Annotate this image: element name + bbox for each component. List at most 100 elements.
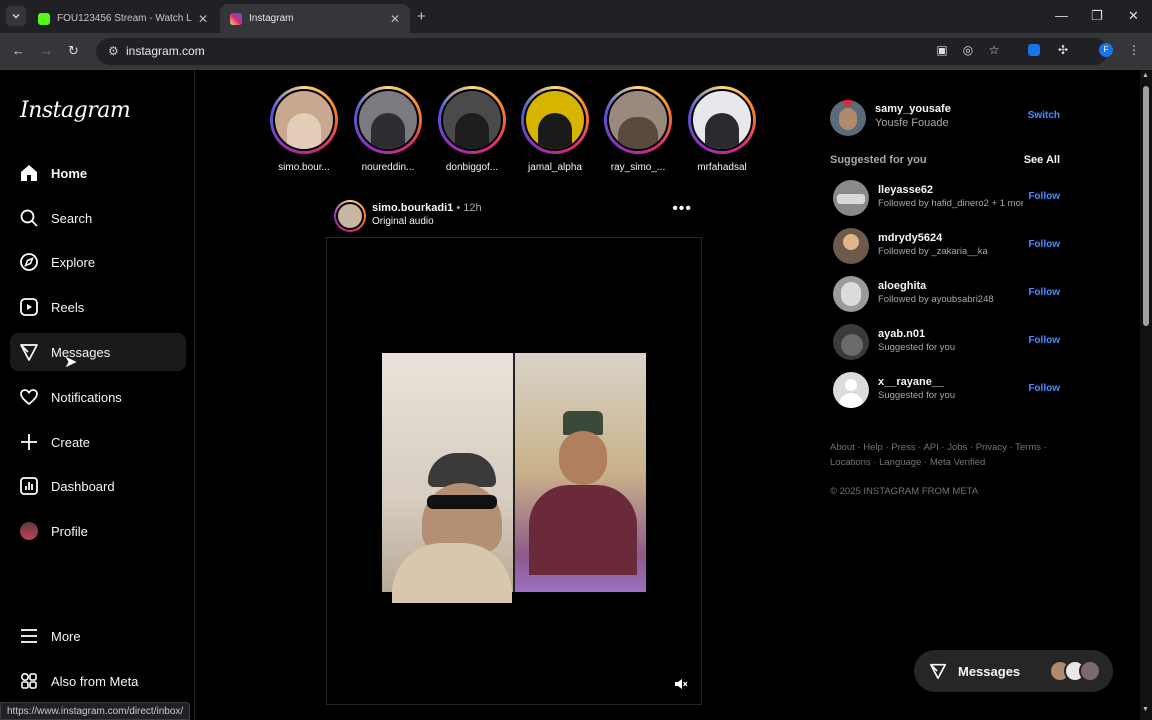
close-tab-icon[interactable]: ✕ [198,12,208,26]
footer-links-line2[interactable]: Locations · Language · Meta Verified [830,455,1062,470]
nav-label: Profile [51,523,88,539]
nav-label: Explore [51,254,96,270]
mouse-cursor-icon: ➤ [64,354,78,371]
footer-links-line1[interactable]: About · Help · Press · API · Jobs · Priv… [830,440,1062,455]
story-username: jamal_alpha [528,162,582,173]
page-scrollbar[interactable]: ▲ ▼ [1140,70,1152,720]
nav-profile[interactable]: Profile [10,512,186,550]
story-item[interactable]: simo.bour... [268,86,340,173]
suggestion-subtitle: Suggested for you [878,342,956,353]
nav-search[interactable]: Search [10,199,186,237]
suggestion-avatar[interactable] [833,228,869,264]
nav-create[interactable]: Create [10,423,186,461]
bookmark-star-icon[interactable]: ☆ [986,42,1002,58]
minimize-button[interactable]: — [1055,8,1068,23]
forward-button[interactable]: → [40,43,53,58]
scroll-up-icon[interactable]: ▲ [1142,72,1149,79]
profile-avatar-icon[interactable]: F [1098,42,1114,58]
messages-floating-button[interactable]: Messages [914,650,1113,692]
follow-button[interactable]: Follow [1028,191,1060,202]
account-username[interactable]: samy_yousafe [875,103,951,115]
browser-tab-strip: FOU123456 Stream - Watch Live ✕ Instagra… [0,0,1152,33]
suggestion-avatar[interactable] [833,372,869,408]
story-item[interactable]: mrfahadsal [686,86,758,173]
restore-button[interactable]: ❐ [1091,8,1103,24]
browser-tab-kick[interactable]: FOU123456 Stream - Watch Live ✕ [28,4,218,33]
new-tab-button[interactable]: + [417,8,426,25]
scroll-down-icon[interactable]: ▼ [1142,706,1149,713]
suggestion-avatar[interactable] [833,324,869,360]
story-item[interactable]: jamal_alpha [519,86,591,173]
suggestion-username[interactable]: aloeghita [878,280,926,292]
suggestion-username[interactable]: mdrydy5624 [878,232,942,244]
more-options-icon[interactable]: ••• [672,200,692,218]
story-avatar [607,89,669,151]
tracking-protection-icon[interactable]: ◎ [960,42,976,58]
story-item[interactable]: noureddin... [352,86,424,173]
back-button[interactable]: ← [12,43,25,58]
nav-home[interactable]: Home [10,154,186,192]
dashboard-icon [19,476,39,496]
suggestion-avatar[interactable] [833,180,869,216]
suggestion-item: x__rayane__ Suggested for you Follow [830,368,1062,412]
switch-account-button[interactable]: Switch [1028,110,1060,121]
story-username: ray_simo_... [610,162,666,173]
post-video[interactable] [382,353,646,603]
instagram-logo[interactable]: Instagram [20,98,131,123]
story-username: noureddin... [361,162,415,173]
nav-notifications[interactable]: Notifications [10,378,186,416]
follow-button[interactable]: Follow [1028,287,1060,298]
suggestion-avatar[interactable] [833,276,869,312]
instagram-favicon-icon [230,12,242,25]
post-author-avatar[interactable] [334,200,366,232]
nav-messages[interactable]: Messages [10,333,186,371]
nav-explore[interactable]: Explore [10,243,186,281]
nav-label: Search [51,210,93,226]
nav-reels[interactable]: Reels [10,288,186,326]
story-item[interactable]: ray_simo_... [602,86,674,173]
browser-menu-icon[interactable]: ⋮ [1126,42,1142,58]
site-info-icon[interactable]: ⚙ [108,44,119,58]
stories-tray: simo.bour... noureddin... donbiggof... j… [268,86,768,176]
tab-title: Instagram [249,13,294,24]
nav-more[interactable]: More [10,617,186,655]
heart-icon [19,387,39,407]
nav-label: Notifications [51,389,122,405]
suggestion-username[interactable]: ayab.n01 [878,328,925,340]
nav-label: Dashboard [51,478,115,494]
suggestions-title: Suggested for you [830,154,927,166]
follow-button[interactable]: Follow [1028,239,1060,250]
account-avatar[interactable] [830,100,866,136]
suggestion-subtitle: Followed by ayoubsabri248 [878,294,994,305]
follow-button[interactable]: Follow [1028,335,1060,346]
install-app-icon[interactable]: ▣ [934,42,950,58]
url-text: instagram.com [126,44,205,58]
extensions-puzzle-icon[interactable]: ✣ [1055,42,1071,58]
close-tab-icon[interactable]: ✕ [390,12,400,26]
reload-button[interactable]: ↻ [68,43,79,59]
story-username: mrfahadsal [697,162,747,173]
nav-also-from-meta[interactable]: Also from Meta [10,662,186,700]
story-item[interactable]: donbiggof... [436,86,508,173]
suggestion-username[interactable]: x__rayane__ [878,376,944,388]
post-username[interactable]: simo.bourkadi1 [372,202,453,214]
suggestion-subtitle: Followed by hafid_dinero2 + 1 more [878,198,1023,209]
follow-button[interactable]: Follow [1028,383,1060,394]
suggestion-username[interactable]: lleyasse62 [878,184,933,196]
scrollbar-thumb[interactable] [1143,86,1149,326]
video-right-panel [515,353,646,592]
tab-search-chevron-icon[interactable] [6,6,26,26]
post-audio[interactable]: Original audio [372,216,434,227]
browser-tab-instagram[interactable]: Instagram ✕ [220,4,410,33]
search-icon [19,208,39,228]
close-window-button[interactable]: ✕ [1128,8,1139,24]
see-all-button[interactable]: See All [1024,154,1060,166]
extension-icon[interactable] [1026,42,1042,58]
address-bar[interactable]: ⚙ instagram.com [96,38,1108,65]
nav-dashboard[interactable]: Dashboard [10,467,186,505]
suggestion-item: mdrydy5624 Followed by _zakaria__ka Foll… [830,224,1062,268]
browser-toolbar: ← → ↻ ⚙ instagram.com ▣ ◎ ☆ ✣ F ⋮ [0,33,1152,70]
story-avatar [441,89,503,151]
mute-icon[interactable] [671,678,691,692]
tab-title: FOU123456 Stream - Watch Live [57,13,192,24]
